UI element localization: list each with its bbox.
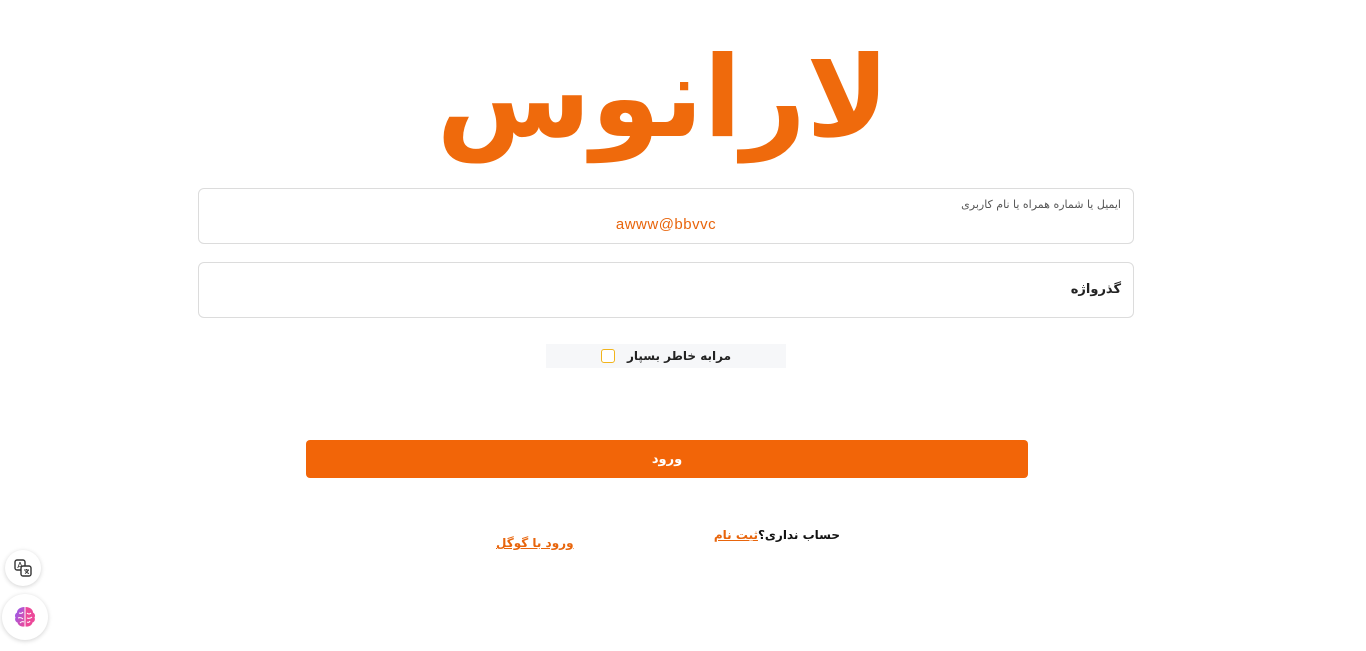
remember-me-checkbox[interactable] [600,349,615,363]
signup-link[interactable]: ثبت نام [714,528,758,542]
identifier-label: ایمیل یا شماره همراه یا نام کاربری [961,198,1121,211]
translate-icon: A [14,559,32,577]
translate-button[interactable]: A [5,550,41,586]
no-account-text: حساب نداری؟ [757,528,840,542]
password-label: گذرواژه [1070,282,1121,297]
brain-assistant-button[interactable] [2,594,48,640]
brain-icon [15,607,35,627]
login-button[interactable]: ورود [306,440,1028,478]
remember-me-label: مرابه خاطر بسپار [626,349,732,363]
google-login-link[interactable]: ورود با گوگل [496,536,574,550]
remember-me[interactable]: مرابه خاطر بسپار [546,344,786,368]
brand-logo: لارانوس [436,33,890,163]
identifier-input[interactable]: awww@bbvvc [199,216,1133,233]
password-field[interactable]: گذرواژه [198,262,1134,318]
signup-prompt: حساب نداری؟ثبت نام [700,528,840,542]
login-page: لارانوس ایمیل یا شماره همراه یا نام کارب… [0,0,1366,651]
identifier-field[interactable]: ایمیل یا شماره همراه یا نام کاربری awww@… [198,188,1134,244]
